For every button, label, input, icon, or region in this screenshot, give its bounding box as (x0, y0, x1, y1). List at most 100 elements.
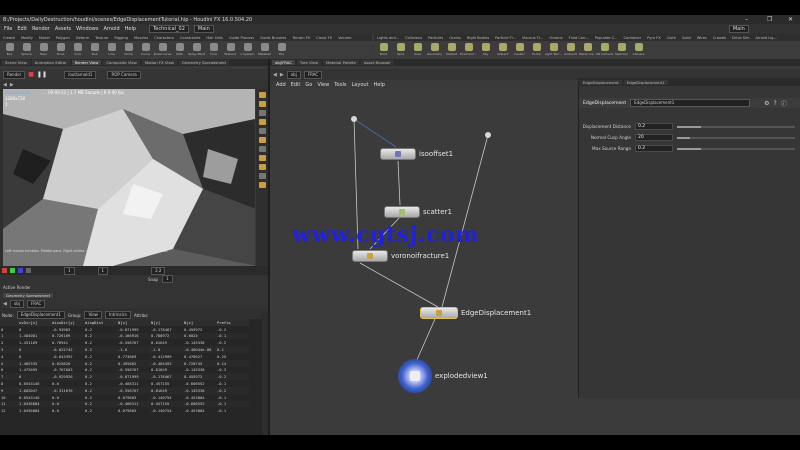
light-tool-point[interactable]: Point (376, 42, 391, 58)
display-option-button[interactable] (258, 92, 266, 98)
shelf-tool-spray-paint[interactable]: Spray Paint (188, 42, 205, 58)
shelf-tab[interactable]: Muscles (134, 36, 148, 40)
red-channel-button[interactable] (2, 268, 7, 273)
frame-field[interactable]: 1 (64, 266, 75, 275)
shelf-tab[interactable]: Texture (95, 36, 108, 40)
table-row[interactable]: 7 0 -0.929926 0.2 -0.871999 -0.178467 0.455972… (0, 373, 249, 381)
shelf-tool-curve[interactable]: Curve (138, 42, 153, 58)
shelf-tool-platonic[interactable]: Platonic (223, 42, 238, 58)
panel-tab[interactable]: Motion FX View (141, 60, 177, 65)
geometry-spreadsheet[interactable]: Node: EdgeDisplacement1 Group: View Intr… (0, 311, 262, 435)
shelf-tab[interactable]: Cloth (667, 36, 676, 40)
shelf-tool-grid[interactable]: Grid (70, 42, 85, 58)
blue-channel-button[interactable] (18, 268, 23, 273)
menu-help[interactable]: Help (125, 26, 136, 32)
light-tool-camera[interactable]: Camera (631, 42, 646, 58)
shelf-tab[interactable]: Characters (154, 36, 174, 40)
menu-assets[interactable]: Assets (55, 26, 71, 32)
column-header[interactable] (0, 319, 18, 326)
params-tab[interactable]: EdgeDisplacement1 (623, 79, 668, 85)
dot-node[interactable] (351, 116, 357, 122)
param-value-field[interactable]: 20 (635, 134, 673, 141)
desktop-selector[interactable]: Technical_02 (149, 25, 189, 33)
panel-tab[interactable]: Render View (71, 60, 102, 65)
shelf-tool-l-system[interactable]: L-System (240, 42, 255, 58)
node-field[interactable]: EdgeDisplacement1 (16, 311, 65, 319)
maximize-button[interactable]: ❐ (767, 16, 772, 23)
shelf-tab[interactable]: Fluid Con... (569, 36, 589, 40)
shelf-tool-box[interactable]: Box (2, 42, 17, 58)
shelf-tool-metaball[interactable]: Metaball (257, 42, 272, 58)
display-option-button[interactable] (258, 173, 266, 179)
shelf-tab[interactable]: Particles (428, 36, 443, 40)
shelf-tab[interactable]: Particle Fl... (495, 36, 516, 40)
column-header[interactable]: N[z] (183, 319, 216, 326)
network-menu-edit[interactable]: Edit (291, 82, 301, 88)
table-row[interactable]: 9 1.602047 -0.311676 0.2 -0.558767 0.81649 -0.… (0, 386, 249, 394)
shelf-tab[interactable]: Guide Brushes (260, 36, 286, 40)
render-stop-icon[interactable]: ■ (28, 71, 34, 78)
right-desktop-selector[interactable]: Main (728, 25, 749, 33)
params-tab[interactable]: EdgeDisplacement (580, 79, 622, 85)
param-slider[interactable] (677, 136, 795, 139)
shelf-tool-null[interactable]: Null (87, 42, 102, 58)
minimize-button[interactable]: – (745, 16, 748, 23)
display-option-button[interactable] (258, 101, 266, 107)
column-header[interactable]: disxDir[y] (51, 319, 84, 326)
shelf-tab[interactable]: Terrain FX (292, 36, 310, 40)
shelf-tab[interactable]: Create (3, 36, 15, 40)
node-voronoifracture1[interactable]: voronoifracture1 (352, 250, 449, 262)
network-menu-view[interactable]: View (317, 82, 329, 88)
path-frac[interactable]: FRAC (26, 299, 46, 308)
render-button[interactable]: Render (3, 70, 26, 79)
shelf-tab[interactable]: Deform (76, 36, 89, 40)
panel-tab[interactable]: Animation Editor (31, 60, 70, 65)
panel-tab[interactable]: Composite View (103, 60, 140, 65)
network-menu-tools[interactable]: Tools (334, 82, 346, 88)
table-row[interactable]: 6 1.472695 -0.767603 0.2 -0.558767 0.81649 -0.… (0, 367, 249, 374)
snap-field[interactable]: 1 (162, 275, 173, 283)
back-arrow-icon[interactable]: ◀ (273, 72, 277, 78)
light-tool-area[interactable]: Area (410, 42, 425, 58)
shelf-tool-draw-curve[interactable]: Draw Curve (154, 42, 171, 58)
shelf-tab[interactable]: Grains (449, 36, 461, 40)
panel-tab[interactable]: Scene View (2, 60, 30, 65)
shelf-tool-file[interactable]: File (274, 42, 289, 58)
panel-tab[interactable]: Tree View (296, 60, 322, 65)
light-tool-stereo-ca-[interactable]: Stereo Ca... (579, 42, 596, 58)
param-value-field[interactable]: 0.2 (635, 123, 673, 130)
menu-render[interactable]: Render (32, 26, 50, 32)
table-row[interactable]: 1 1.484081 0.726169 0.2 -0.166916 0.788972 0.6… (0, 332, 249, 340)
column-header[interactable]: uvDir[x] (18, 319, 51, 326)
path-obj[interactable]: obj (9, 299, 24, 308)
node-explodedview1[interactable]: explodedview1 (398, 359, 488, 393)
shelf-tab[interactable]: Polygon (56, 36, 70, 40)
node-edgedisplacement1[interactable]: EdgeDisplacement1 (420, 307, 531, 319)
shelf-tab[interactable]: Model (39, 36, 50, 40)
shelf-tab[interactable]: Rigid Bodies (467, 36, 489, 40)
display-option-button[interactable] (258, 182, 266, 188)
shelf-tab[interactable]: Populate C... (595, 36, 618, 40)
shelf-tab[interactable]: Arnold Lig... (756, 36, 777, 40)
display-option-button[interactable] (258, 164, 266, 170)
light-tool-caustic[interactable]: Caustic (512, 42, 527, 58)
zoom-field[interactable]: 2.2 (151, 266, 166, 275)
spreadsheet-tab[interactable]: Geometry Spreadsheet (3, 292, 54, 298)
shelf-tab[interactable]: Lights and... (377, 36, 399, 40)
network-menu-help[interactable]: Help (374, 82, 385, 88)
table-row[interactable]: 0 0 -0.93983 0.2 -0.871999 -0.178467 0.455972 -… (0, 326, 249, 333)
intrinsics-field[interactable]: Intrinsics (104, 311, 131, 319)
green-channel-button[interactable] (10, 268, 15, 273)
table-row[interactable]: 11 1.0436084 0.0 0.2 -0.466311 0.457155 -0.606… (0, 400, 249, 408)
network-path-obj[interactable]: obj (286, 70, 301, 79)
display-option-button[interactable] (258, 146, 266, 152)
shelf-tab[interactable]: Volume (338, 36, 351, 40)
node-name-field[interactable]: EdgeDisplacement1 (630, 99, 751, 107)
shelf-tool-font[interactable]: Font (206, 42, 221, 58)
display-option-button[interactable] (258, 128, 266, 134)
table-row[interactable]: 4 0 -0.643392 0.2 0.774669 -0.412909 0.478627 0… (0, 353, 249, 360)
table-row[interactable]: 10 0.6543146 0.0 0.2 0.079603 -0.140754 -0.453… (0, 394, 249, 401)
panel-tab[interactable]: Asset Browser (360, 60, 394, 65)
table-row[interactable]: 12 1.0436084 0.0 0.2 0.079603 -0.140754 -0.453… (0, 407, 249, 414)
back-arrow-icon[interactable]: ◀ (3, 301, 7, 307)
